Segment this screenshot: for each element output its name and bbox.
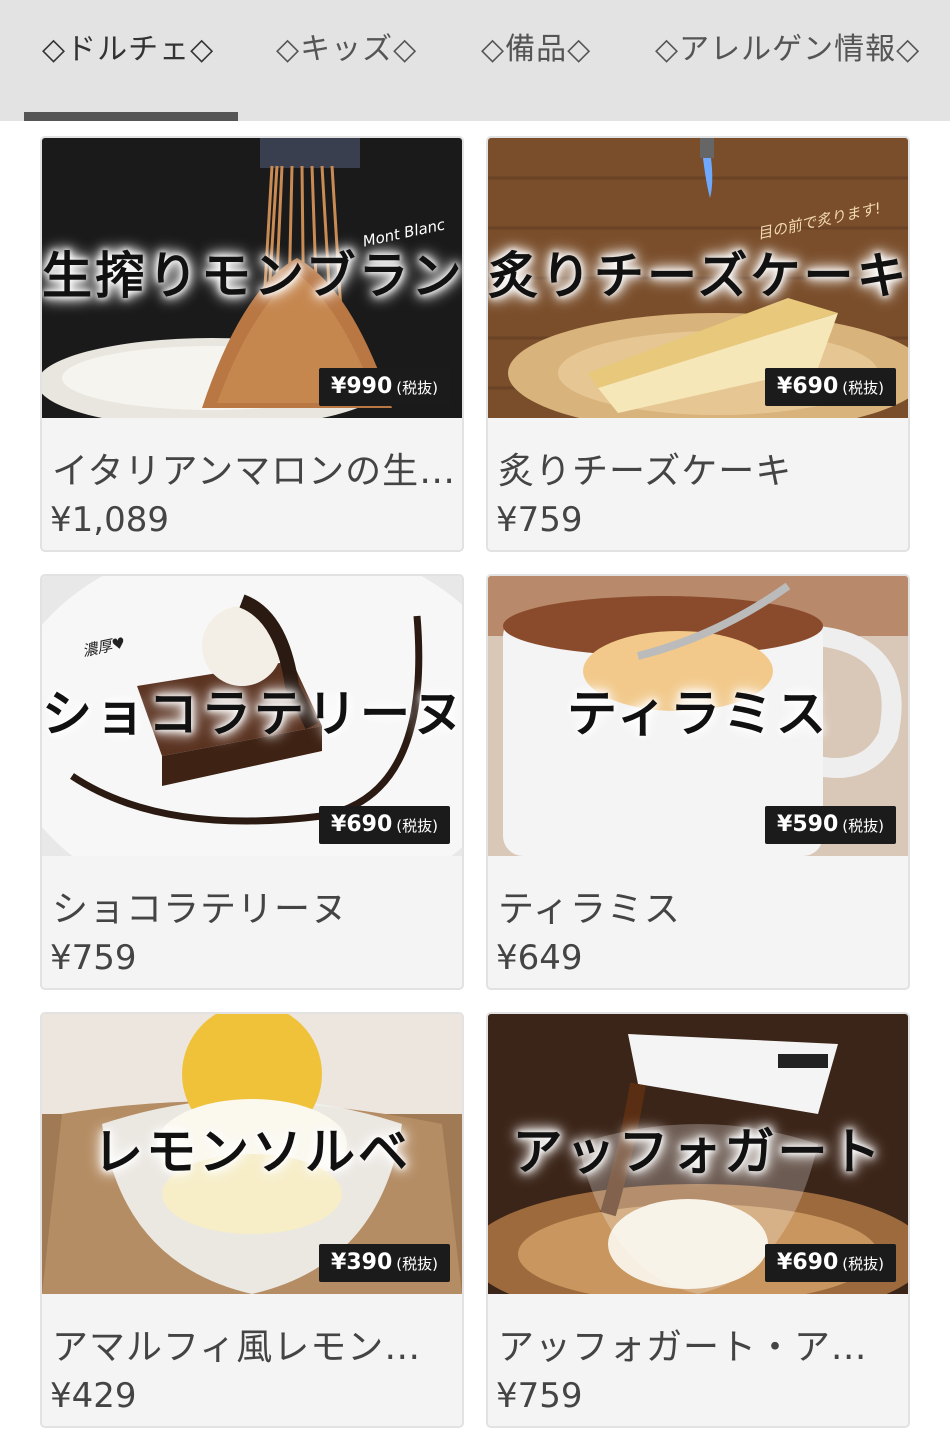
item-name: ショコラテリーヌ <box>52 889 349 930</box>
item-name: ティラミス <box>498 889 681 930</box>
category-tab-bar: ◇ドルチェ◇ ◇キッズ◇ ◇備品◇ ◇アレルゲン情報◇ <box>0 0 950 121</box>
overlay-title: 炙りチーズケーキ <box>488 247 908 305</box>
menu-item-card[interactable]: 炙りチーズケーキ 目の前で炙ります! ¥690 (税抜) 炙りチーズケーキ ¥75… <box>486 136 910 552</box>
overlay-title: アッフォガート <box>512 1123 884 1181</box>
badge-tax-label: (税抜) <box>396 817 438 835</box>
overlay-title: ショコラテリーヌ <box>42 685 462 743</box>
menu-item-photo: アッフォガート ¥690 (税抜) <box>488 1014 908 1294</box>
price-badge: ¥690 (税抜) <box>765 368 896 406</box>
item-name: アマルフィ風レモンソルベ <box>52 1327 456 1368</box>
badge-tax-label: (税抜) <box>396 1255 438 1273</box>
menu-item-card[interactable]: レモンソルベ ¥390 (税抜) アマルフィ風レモンソルベ ¥429 <box>40 1012 464 1428</box>
price-badge: ¥690 (税抜) <box>765 1244 896 1282</box>
badge-price: ¥590 <box>777 812 839 837</box>
overlay-title: 生搾りモンブラン <box>42 247 462 305</box>
price-badge: ¥690 (税抜) <box>319 806 450 844</box>
overlay-title: レモンソルベ <box>93 1123 411 1181</box>
item-name: イタリアンマロンの生搾りモンブラン <box>52 451 456 492</box>
badge-price: ¥390 <box>331 1250 393 1275</box>
price-badge: ¥390 (税抜) <box>319 1244 450 1282</box>
badge-price: ¥690 <box>777 1250 839 1275</box>
menu-item-card[interactable]: ショコラテリーヌ 濃厚♥ ¥690 (税抜) ショコラテリーヌ ¥759 <box>40 574 464 990</box>
menu-item-photo: ティラミス ¥590 (税抜) <box>488 576 908 856</box>
item-name: アッフォガート・アル・カフェ <box>498 1327 902 1368</box>
active-tab-indicator <box>24 112 238 121</box>
price-badge: ¥590 (税抜) <box>765 806 896 844</box>
item-name: 炙りチーズケーキ <box>498 451 793 492</box>
menu-item-photo: レモンソルベ ¥390 (税抜) <box>42 1014 462 1294</box>
tab-allergen-info[interactable]: ◇アレルゲン情報◇ <box>655 28 920 72</box>
overlay-title: ティラミス <box>567 685 829 743</box>
menu-item-photo: ショコラテリーヌ 濃厚♥ ¥690 (税抜) <box>42 576 462 856</box>
badge-tax-label: (税抜) <box>842 817 884 835</box>
item-price: ¥1,089 <box>50 500 169 540</box>
tab-kids[interactable]: ◇キッズ◇ <box>276 28 417 72</box>
item-price: ¥759 <box>496 500 583 540</box>
menu-item-card[interactable]: ティラミス ¥590 (税抜) ティラミス ¥649 <box>486 574 910 990</box>
item-price: ¥759 <box>496 1376 583 1416</box>
menu-item-photo: 炙りチーズケーキ 目の前で炙ります! ¥690 (税抜) <box>488 138 908 418</box>
badge-tax-label: (税抜) <box>396 379 438 397</box>
menu-item-card[interactable]: 生搾りモンブラン Mont Blanc ¥990 (税抜) イタリアンマロンの生搾… <box>40 136 464 552</box>
item-price: ¥429 <box>50 1376 137 1416</box>
badge-price: ¥690 <box>777 374 839 399</box>
badge-tax-label: (税抜) <box>842 1255 884 1273</box>
menu-grid: 生搾りモンブラン Mont Blanc ¥990 (税抜) イタリアンマロンの生搾… <box>40 136 910 1448</box>
tab-dolce[interactable]: ◇ドルチェ◇ <box>42 28 214 72</box>
menu-item-photo: 生搾りモンブラン Mont Blanc ¥990 (税抜) <box>42 138 462 418</box>
menu-item-card[interactable]: アッフォガート ¥690(税抜) アッフォガート・アル・カフェ ¥759 <box>486 1012 910 1428</box>
badge-price: ¥690 <box>331 812 393 837</box>
item-price: ¥759 <box>50 938 137 978</box>
badge-tax-label: (税抜) <box>842 379 884 397</box>
price-badge: ¥990 (税抜) <box>319 368 450 406</box>
item-price: ¥649 <box>496 938 583 978</box>
tab-supplies[interactable]: ◇備品◇ <box>481 28 591 72</box>
badge-price: ¥990 <box>331 374 393 399</box>
